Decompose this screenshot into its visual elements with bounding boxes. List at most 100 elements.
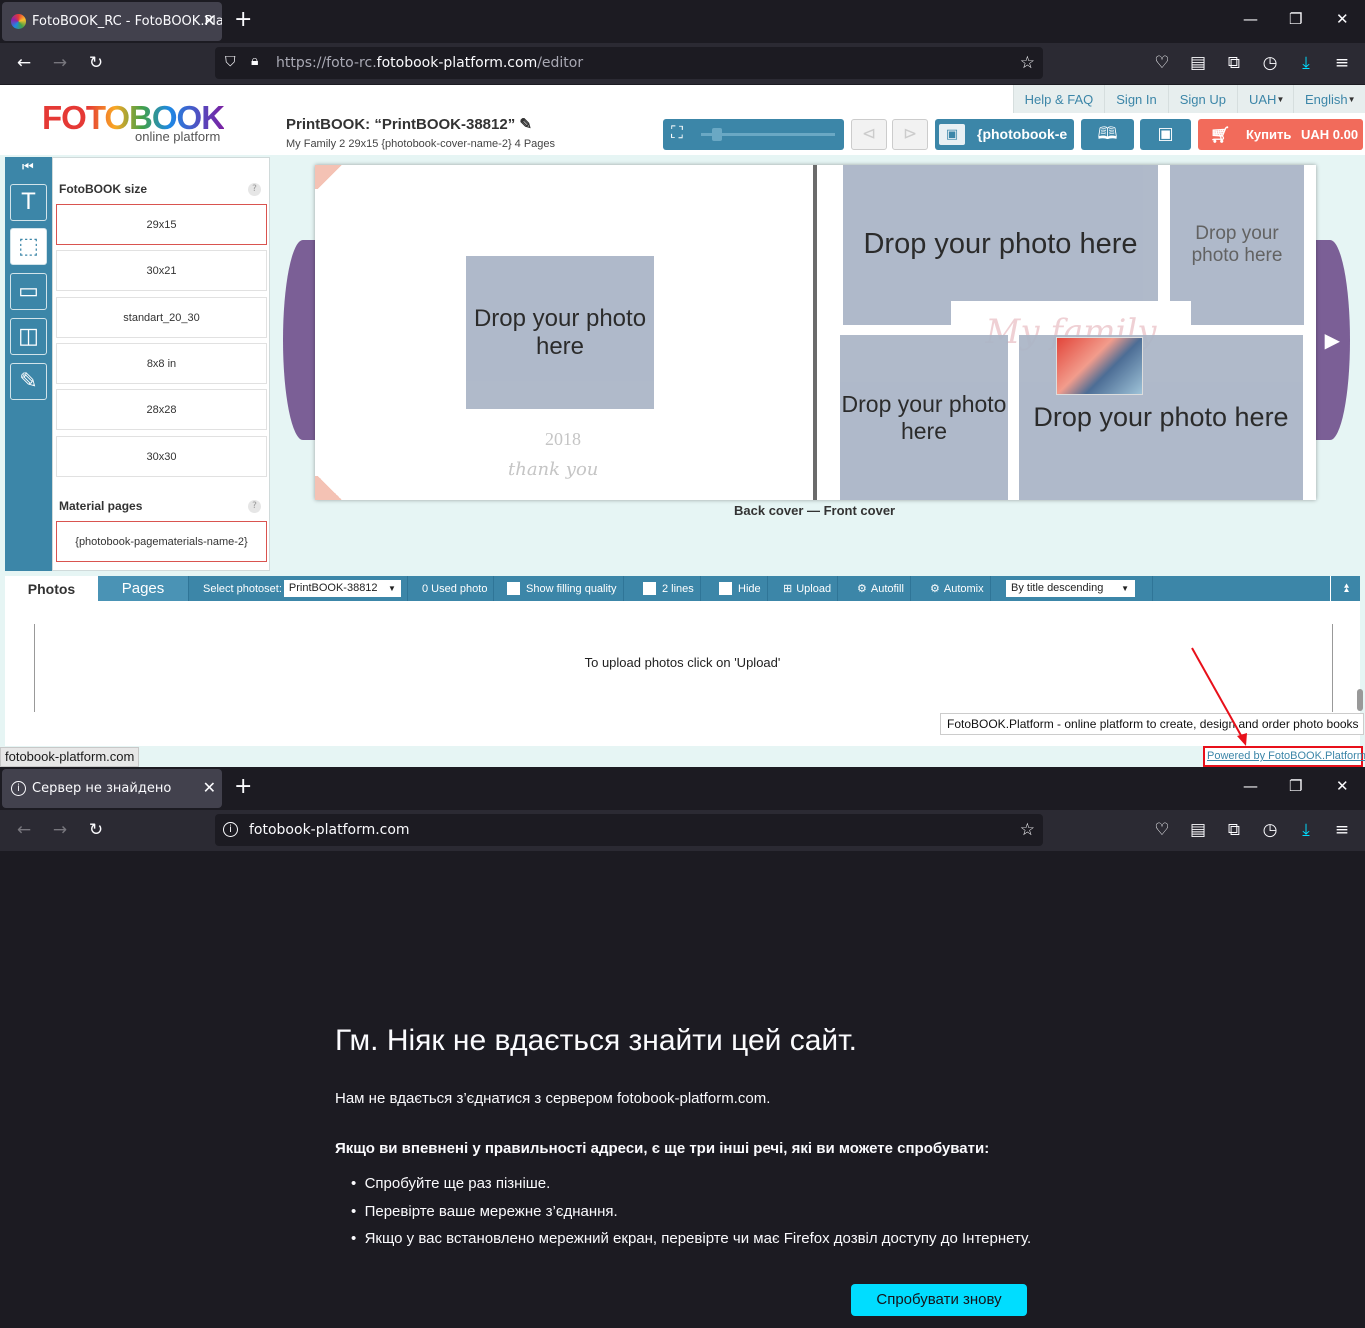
downloads-icon[interactable]: ⤓ (1296, 54, 1316, 72)
minimize-icon[interactable]: — (1243, 777, 1258, 795)
buy-label: Купить (1246, 127, 1292, 142)
logo[interactable]: FOTOBOOK online platform (6, 85, 270, 155)
powered-by-link[interactable]: Powered by FotoBOOK.Platform (1203, 746, 1365, 767)
scrollbar[interactable] (1357, 689, 1363, 711)
tab-close-icon[interactable]: ✕ (203, 778, 216, 797)
text-tool-icon[interactable]: T (10, 184, 47, 221)
shield-icon[interactable]: ⛉ (225, 54, 236, 70)
checkbox[interactable] (643, 582, 656, 595)
help-faq-link[interactable]: Help & FAQ (1012, 85, 1105, 113)
downloads-icon[interactable]: ⤓ (1296, 821, 1316, 839)
minimize-icon[interactable]: — (1243, 10, 1258, 28)
chevron-right-icon: ▶ (1324, 328, 1340, 352)
back-icon[interactable]: ← (14, 54, 34, 72)
sort-select[interactable]: By title descending ▼ (1006, 580, 1135, 597)
tab-pages[interactable]: Pages (98, 576, 189, 601)
checkbox[interactable] (507, 582, 520, 595)
collapse-panel-button[interactable]: ⏫︎ (1330, 576, 1360, 601)
reload-icon[interactable]: ↻ (86, 821, 106, 839)
address-bar[interactable]: i fotobook-platform.com ☆ (215, 814, 1043, 846)
size-option[interactable]: 30x21 (56, 250, 267, 291)
url-path: /editor (537, 55, 584, 71)
collapse-panel-icon[interactable]: ⏮ (22, 160, 34, 175)
bookmark-star-icon[interactable]: ☆ (1020, 820, 1035, 840)
history-icon[interactable]: ◷ (1260, 821, 1280, 839)
photoset-select[interactable]: PrintBOOK-38812 ▼ (283, 580, 401, 597)
menu-icon[interactable]: ≡ (1332, 54, 1352, 72)
upload-button[interactable]: ⊞ Upload (777, 576, 839, 601)
extensions-icon[interactable]: ⧉ (1224, 54, 1244, 72)
material-option[interactable]: {photobook-pagematerials-name-2} (56, 521, 267, 562)
hide-toggle[interactable]: Hide (713, 576, 768, 601)
help-icon[interactable]: ? (248, 183, 261, 196)
currency-select[interactable]: UAH ▼ (1237, 85, 1293, 113)
photoset-label: Select photoset: (203, 582, 282, 595)
autofill-button[interactable]: ⚙ Autofill (851, 576, 911, 601)
zoom-slider-handle[interactable] (712, 128, 722, 141)
restore-icon[interactable]: ❐ (1289, 10, 1302, 28)
forward-icon[interactable]: → (50, 821, 70, 839)
size-option[interactable]: 30x30 (56, 436, 267, 477)
lock-icon[interactable]: 🔒︎ (251, 53, 258, 69)
undo-button[interactable]: ⊲ (851, 119, 887, 150)
two-lines-toggle[interactable]: 2 lines (637, 576, 701, 601)
reader-icon[interactable]: ▤ (1188, 54, 1208, 72)
tab-photos[interactable]: Photos (5, 576, 98, 602)
address-bar[interactable]: ⛉ 🔒︎ https://foto-rc. fotobook-platform.c… (215, 47, 1043, 79)
new-tab-icon[interactable]: + (234, 776, 252, 798)
browser-tab-active[interactable]: i Сервер не знайдено ✕ (2, 769, 222, 808)
restore-icon[interactable]: ❐ (1289, 777, 1302, 795)
sign-up-link[interactable]: Sign Up (1167, 85, 1237, 113)
next-spread-arrow[interactable]: ▶ (1310, 240, 1350, 440)
retry-button[interactable]: Спробувати знову (851, 1284, 1027, 1316)
menu-icon[interactable]: ≡ (1332, 821, 1352, 839)
page-tool-icon[interactable]: ◫ (10, 318, 47, 355)
photo-drop-zone[interactable]: Drop your photo here (840, 335, 1008, 500)
size-option[interactable]: 29x15 (56, 204, 267, 245)
info-icon: i (11, 781, 26, 796)
history-icon[interactable]: ◷ (1260, 54, 1280, 72)
size-option[interactable]: 28x28 (56, 389, 267, 430)
pocket-icon[interactable]: ♡ (1152, 821, 1172, 839)
browser-tab-active[interactable]: FotoBOOK_RC - FotoBOOK.Platf ✕ (2, 2, 222, 41)
back-icon[interactable]: ← (14, 821, 34, 839)
reader-icon[interactable]: ▤ (1188, 821, 1208, 839)
reload-icon[interactable]: ↻ (86, 54, 106, 72)
book-preview-button[interactable]: 🕮︎ (1081, 119, 1134, 150)
close-window-icon[interactable]: ✕ (1336, 10, 1349, 28)
cover-select-button[interactable]: ▣ {photobook-e (935, 119, 1074, 150)
book-tool-icon[interactable]: ▭ (10, 273, 47, 310)
language-select[interactable]: English ▼ (1293, 85, 1365, 113)
fullscreen-icon[interactable]: ⛶ (671, 123, 683, 143)
language-value: English (1305, 91, 1348, 107)
zoom-control[interactable]: ⛶ (663, 119, 844, 150)
save-icon: ▣ (1157, 124, 1174, 144)
automix-button[interactable]: ⚙ Automix (924, 576, 991, 601)
info-icon[interactable]: i (223, 822, 238, 837)
help-icon[interactable]: ? (248, 500, 261, 513)
pocket-icon[interactable]: ♡ (1152, 54, 1172, 72)
forward-icon[interactable]: → (50, 54, 70, 72)
top-links: Help & FAQ Sign In Sign Up UAH ▼ English ▼ (1012, 85, 1365, 113)
suggestion-list-item: • Якщо у вас встановлено мережний екран,… (351, 1230, 1032, 1247)
close-window-icon[interactable]: ✕ (1336, 777, 1349, 795)
collapse-up-icon: ⏫︎ (1342, 581, 1349, 595)
tab-close-icon[interactable]: ✕ (203, 11, 216, 30)
size-option[interactable]: standart_20_30 (56, 297, 267, 338)
photo-drop-zone[interactable]: Drop your photo here (466, 256, 654, 409)
url-domain: fotobook-platform.com (376, 55, 538, 71)
extensions-icon[interactable]: ⧉ (1224, 821, 1244, 839)
save-button[interactable]: ▣ (1140, 119, 1191, 150)
bookmark-star-icon[interactable]: ☆ (1020, 53, 1035, 73)
new-tab-icon[interactable]: + (234, 9, 252, 31)
show-quality-toggle[interactable]: Show filling quality (501, 576, 624, 601)
redo-button[interactable]: ⊳ (892, 119, 928, 150)
thumbnail-image[interactable] (1056, 337, 1143, 395)
layout-tool-icon[interactable]: ⬚ (10, 228, 47, 265)
size-option[interactable]: 8x8 in (56, 343, 267, 384)
buy-button[interactable]: 🛒︎ Купить UAH 0.00 (1198, 119, 1363, 150)
sign-in-link[interactable]: Sign In (1104, 85, 1167, 113)
design-tool-icon[interactable]: ✎ (10, 363, 47, 400)
checkbox[interactable] (719, 582, 732, 595)
edit-icon[interactable]: ✎ (519, 116, 532, 133)
